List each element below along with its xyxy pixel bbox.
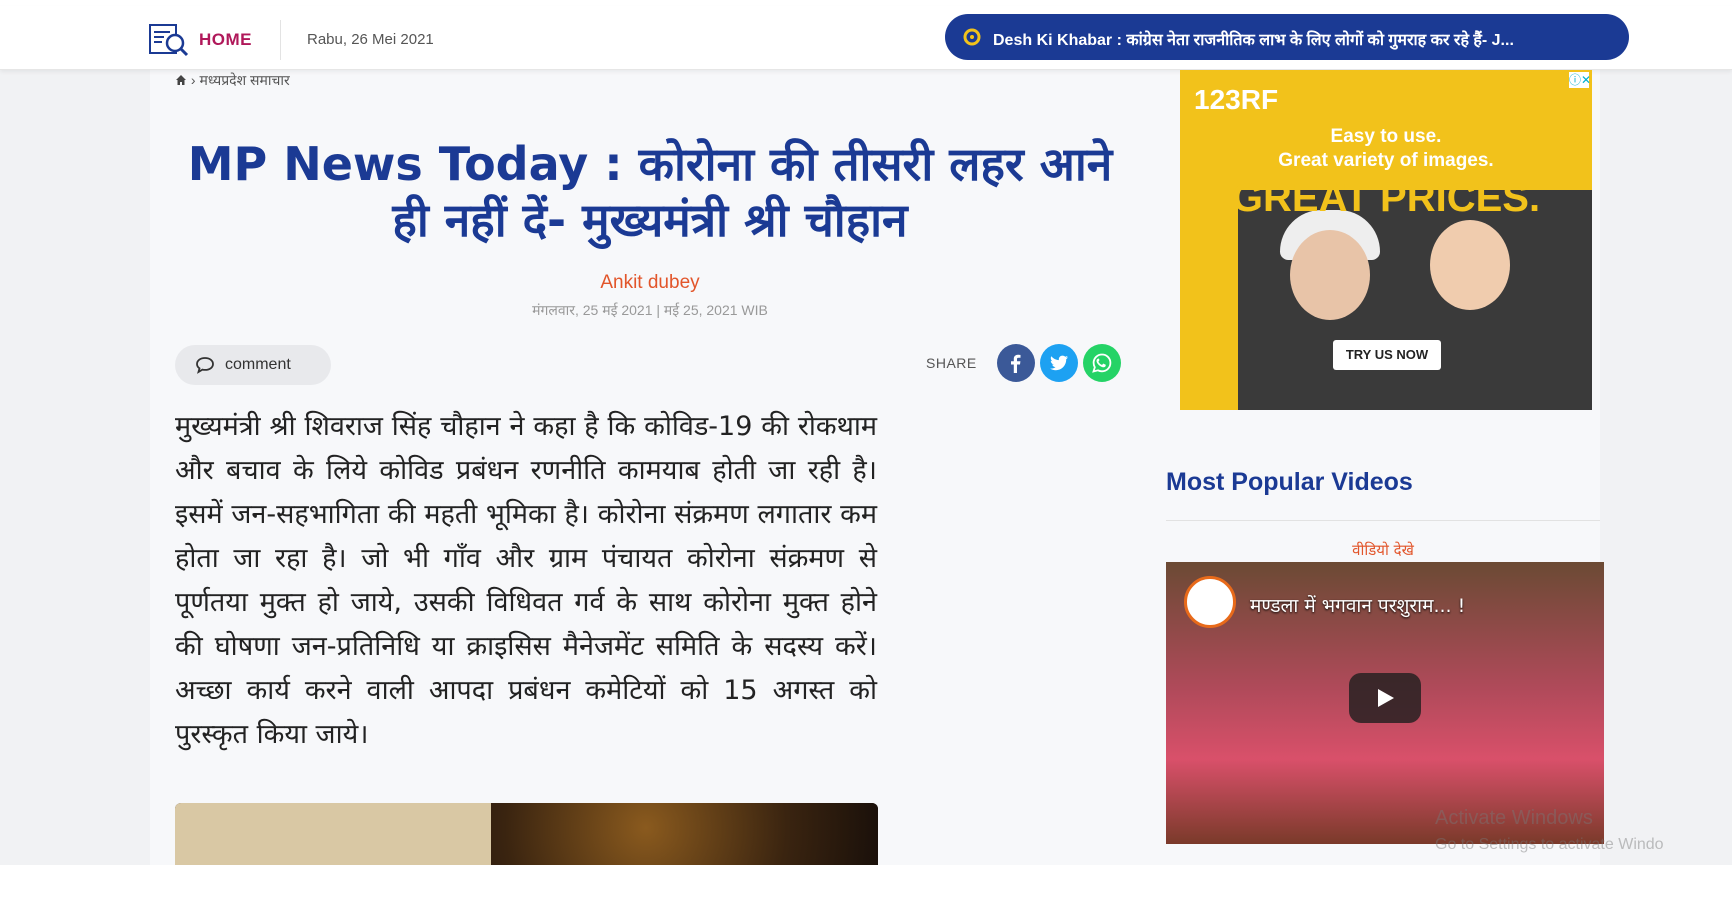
home-link[interactable]: HOME xyxy=(199,30,252,50)
twitter-share-button[interactable] xyxy=(1040,344,1078,382)
video-label: वीडियो देखे xyxy=(1352,541,1414,559)
header-divider xyxy=(280,20,281,60)
comment-label: comment xyxy=(225,356,291,373)
article-image-right xyxy=(491,803,878,865)
ad-line-1: Easy to use. xyxy=(1330,126,1442,147)
ad-cta-button[interactable]: TRY US NOW xyxy=(1333,340,1441,370)
ad-headline: GREAT PRICES. xyxy=(1231,176,1541,220)
twitter-icon xyxy=(1050,355,1068,371)
ad-person-2 xyxy=(1430,220,1510,310)
video-title[interactable]: मण्डला में भगवान परशुराम... ! xyxy=(1250,592,1465,618)
news-ticker[interactable]: Desh Ki Khabar : कांग्रेस नेता राजनीतिक … xyxy=(945,14,1629,60)
ad-person-1 xyxy=(1290,230,1370,320)
ticker-bullet-icon xyxy=(963,28,981,46)
comment-button[interactable]: comment xyxy=(175,345,331,385)
video-channel-avatar[interactable] xyxy=(1184,576,1236,628)
popular-videos-title: Most Popular Videos xyxy=(1166,468,1413,496)
whatsapp-icon xyxy=(1092,353,1112,373)
article-image[interactable] xyxy=(175,803,878,865)
section-divider xyxy=(1166,520,1600,521)
whatsapp-share-button[interactable] xyxy=(1083,344,1121,382)
facebook-share-button[interactable] xyxy=(997,344,1035,382)
article-image-left xyxy=(175,803,491,865)
breadcrumb-current[interactable]: मध्यप्रदेश समाचार xyxy=(199,72,289,88)
breadcrumb: › मध्यप्रदेश समाचार xyxy=(175,71,290,90)
facebook-icon xyxy=(1011,354,1021,373)
windows-activation-title: Activate Windows xyxy=(1435,807,1593,829)
header-date: Rabu, 26 Mei 2021 xyxy=(307,31,434,48)
ad-line-2: Great variety of images. xyxy=(1278,150,1494,171)
home-icon[interactable] xyxy=(175,74,187,86)
comment-icon xyxy=(196,357,214,374)
video-player[interactable]: मण्डला में भगवान परशुराम... ! xyxy=(1166,562,1604,844)
ticker-text[interactable]: Desh Ki Khabar : कांग्रेस नेता राजनीतिक … xyxy=(993,28,1514,50)
article-author[interactable]: Ankit dubey xyxy=(180,272,1120,294)
ad-close-icon[interactable]: ⓘ✕ xyxy=(1569,72,1591,88)
bottom-strip xyxy=(0,865,1732,900)
video-play-button[interactable] xyxy=(1349,673,1421,723)
play-icon xyxy=(1378,689,1394,707)
ad-brand-logo: 123RF xyxy=(1194,84,1279,115)
page: HOME Rabu, 26 Mei 2021 Desh Ki Khabar : … xyxy=(0,0,1732,900)
article-body: मुख्यमंत्री श्री शिवराज सिंह चौहान ने कह… xyxy=(175,411,877,750)
video-title-text: मण्डला में भगवान परशुराम... xyxy=(1250,595,1452,617)
top-navbar: HOME Rabu, 26 Mei 2021 Desh Ki Khabar : … xyxy=(0,6,1732,70)
advertisement[interactable]: 123RF Easy to use. Great variety of imag… xyxy=(1180,70,1592,410)
search-logo-icon[interactable] xyxy=(148,22,190,58)
share-label: SHARE xyxy=(926,355,977,371)
video-title-suffix: ! xyxy=(1457,595,1466,617)
article-headline: MP News Today : कोरोना की तीसरी लहर आने … xyxy=(187,137,1113,247)
windows-activation-hint: Go to Settings to activate Windo xyxy=(1435,836,1664,853)
article-date: मंगलवार, 25 मई 2021 | मई 25, 2021 WIB xyxy=(532,302,768,318)
